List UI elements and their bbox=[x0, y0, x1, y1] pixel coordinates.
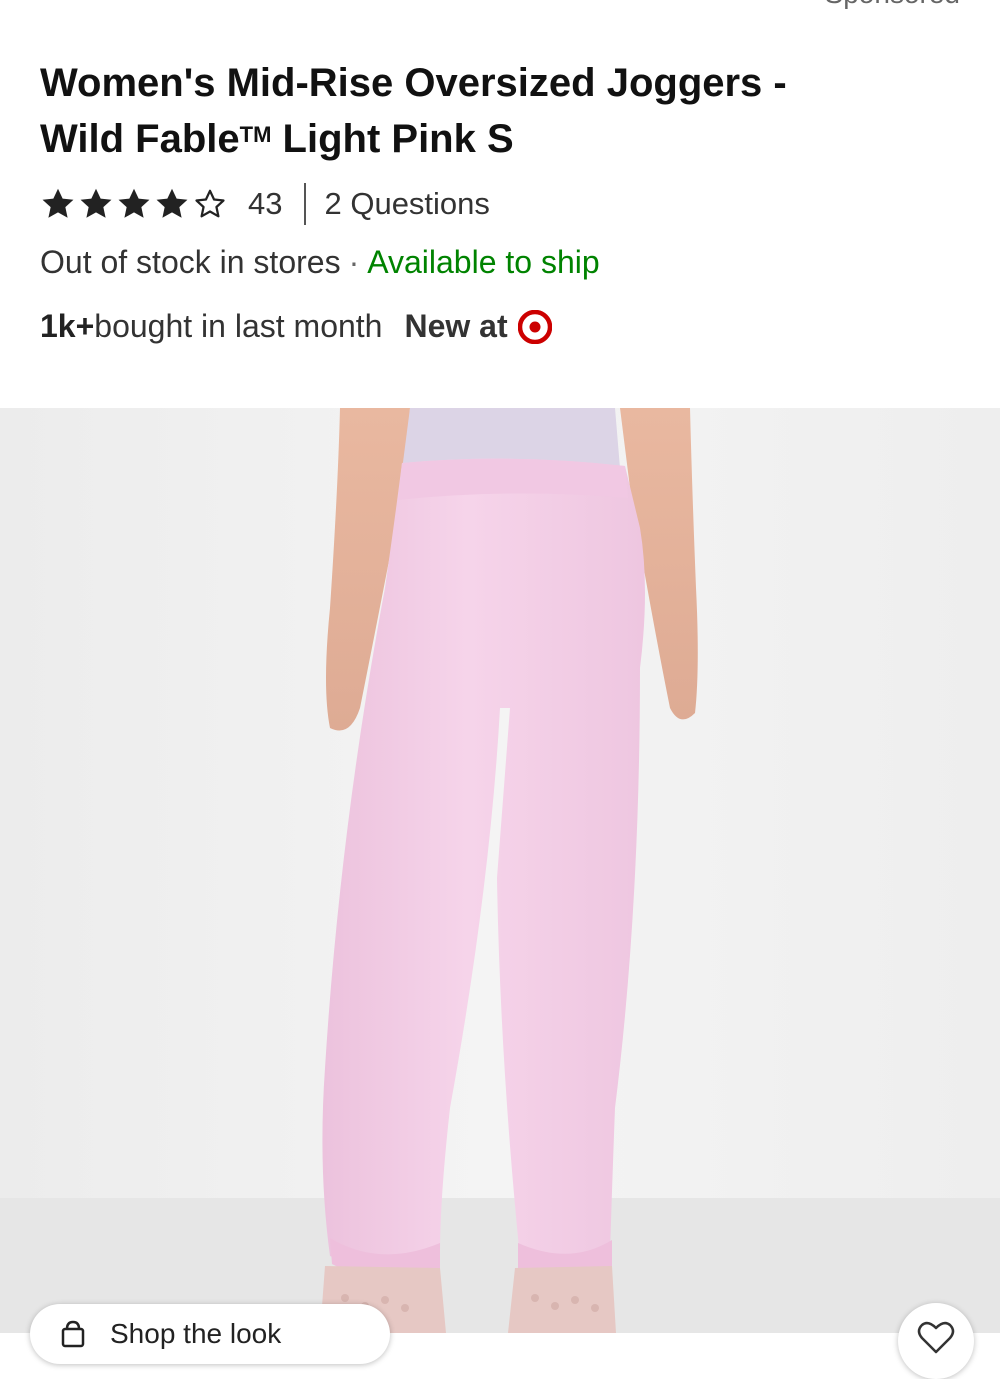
title-variant: Light Pink S bbox=[271, 117, 514, 161]
product-title: Women's Mid-Rise Oversized Joggers - Wil… bbox=[40, 58, 940, 165]
star-rating[interactable] bbox=[40, 186, 228, 222]
new-at-label: New at bbox=[404, 308, 508, 344]
trademark-mark: TM bbox=[239, 122, 272, 147]
star-filled-icon bbox=[118, 188, 150, 218]
star-filled-icon bbox=[80, 188, 112, 218]
star-filled-icon bbox=[42, 188, 74, 218]
separator-dot: · bbox=[348, 244, 360, 280]
bought-text: bought in last month bbox=[94, 308, 383, 344]
favorite-button[interactable] bbox=[898, 1303, 974, 1379]
ship-status: Available to ship bbox=[367, 244, 600, 280]
bag-icon bbox=[58, 1319, 88, 1349]
rating-row: 43 2 Questions bbox=[40, 182, 490, 226]
sponsored-label: Sponsored bbox=[825, 0, 960, 10]
product-image[interactable] bbox=[0, 408, 1000, 1333]
review-count-link[interactable]: 43 bbox=[248, 186, 282, 222]
availability-row: Out of stock in stores · Available to ship bbox=[40, 244, 600, 281]
bought-row: 1k+ bought in last month New at bbox=[40, 308, 552, 345]
questions-link[interactable]: 2 Questions bbox=[324, 186, 489, 222]
heart-icon bbox=[917, 1321, 955, 1354]
title-brand: Wild Fable bbox=[40, 117, 240, 161]
title-line-1: Women's Mid-Rise Oversized Joggers - bbox=[40, 61, 787, 105]
star-filled-icon bbox=[156, 188, 188, 218]
shop-the-look-label: Shop the look bbox=[110, 1318, 282, 1349]
star-outline-icon bbox=[195, 189, 225, 218]
store-stock-status: Out of stock in stores bbox=[40, 244, 341, 280]
bought-count: 1k+ bbox=[40, 308, 95, 344]
target-logo-icon bbox=[517, 309, 552, 344]
shop-the-look-button[interactable]: Shop the look bbox=[30, 1304, 390, 1364]
divider bbox=[304, 183, 307, 225]
product-photo-pink-joggers bbox=[0, 408, 1000, 1333]
